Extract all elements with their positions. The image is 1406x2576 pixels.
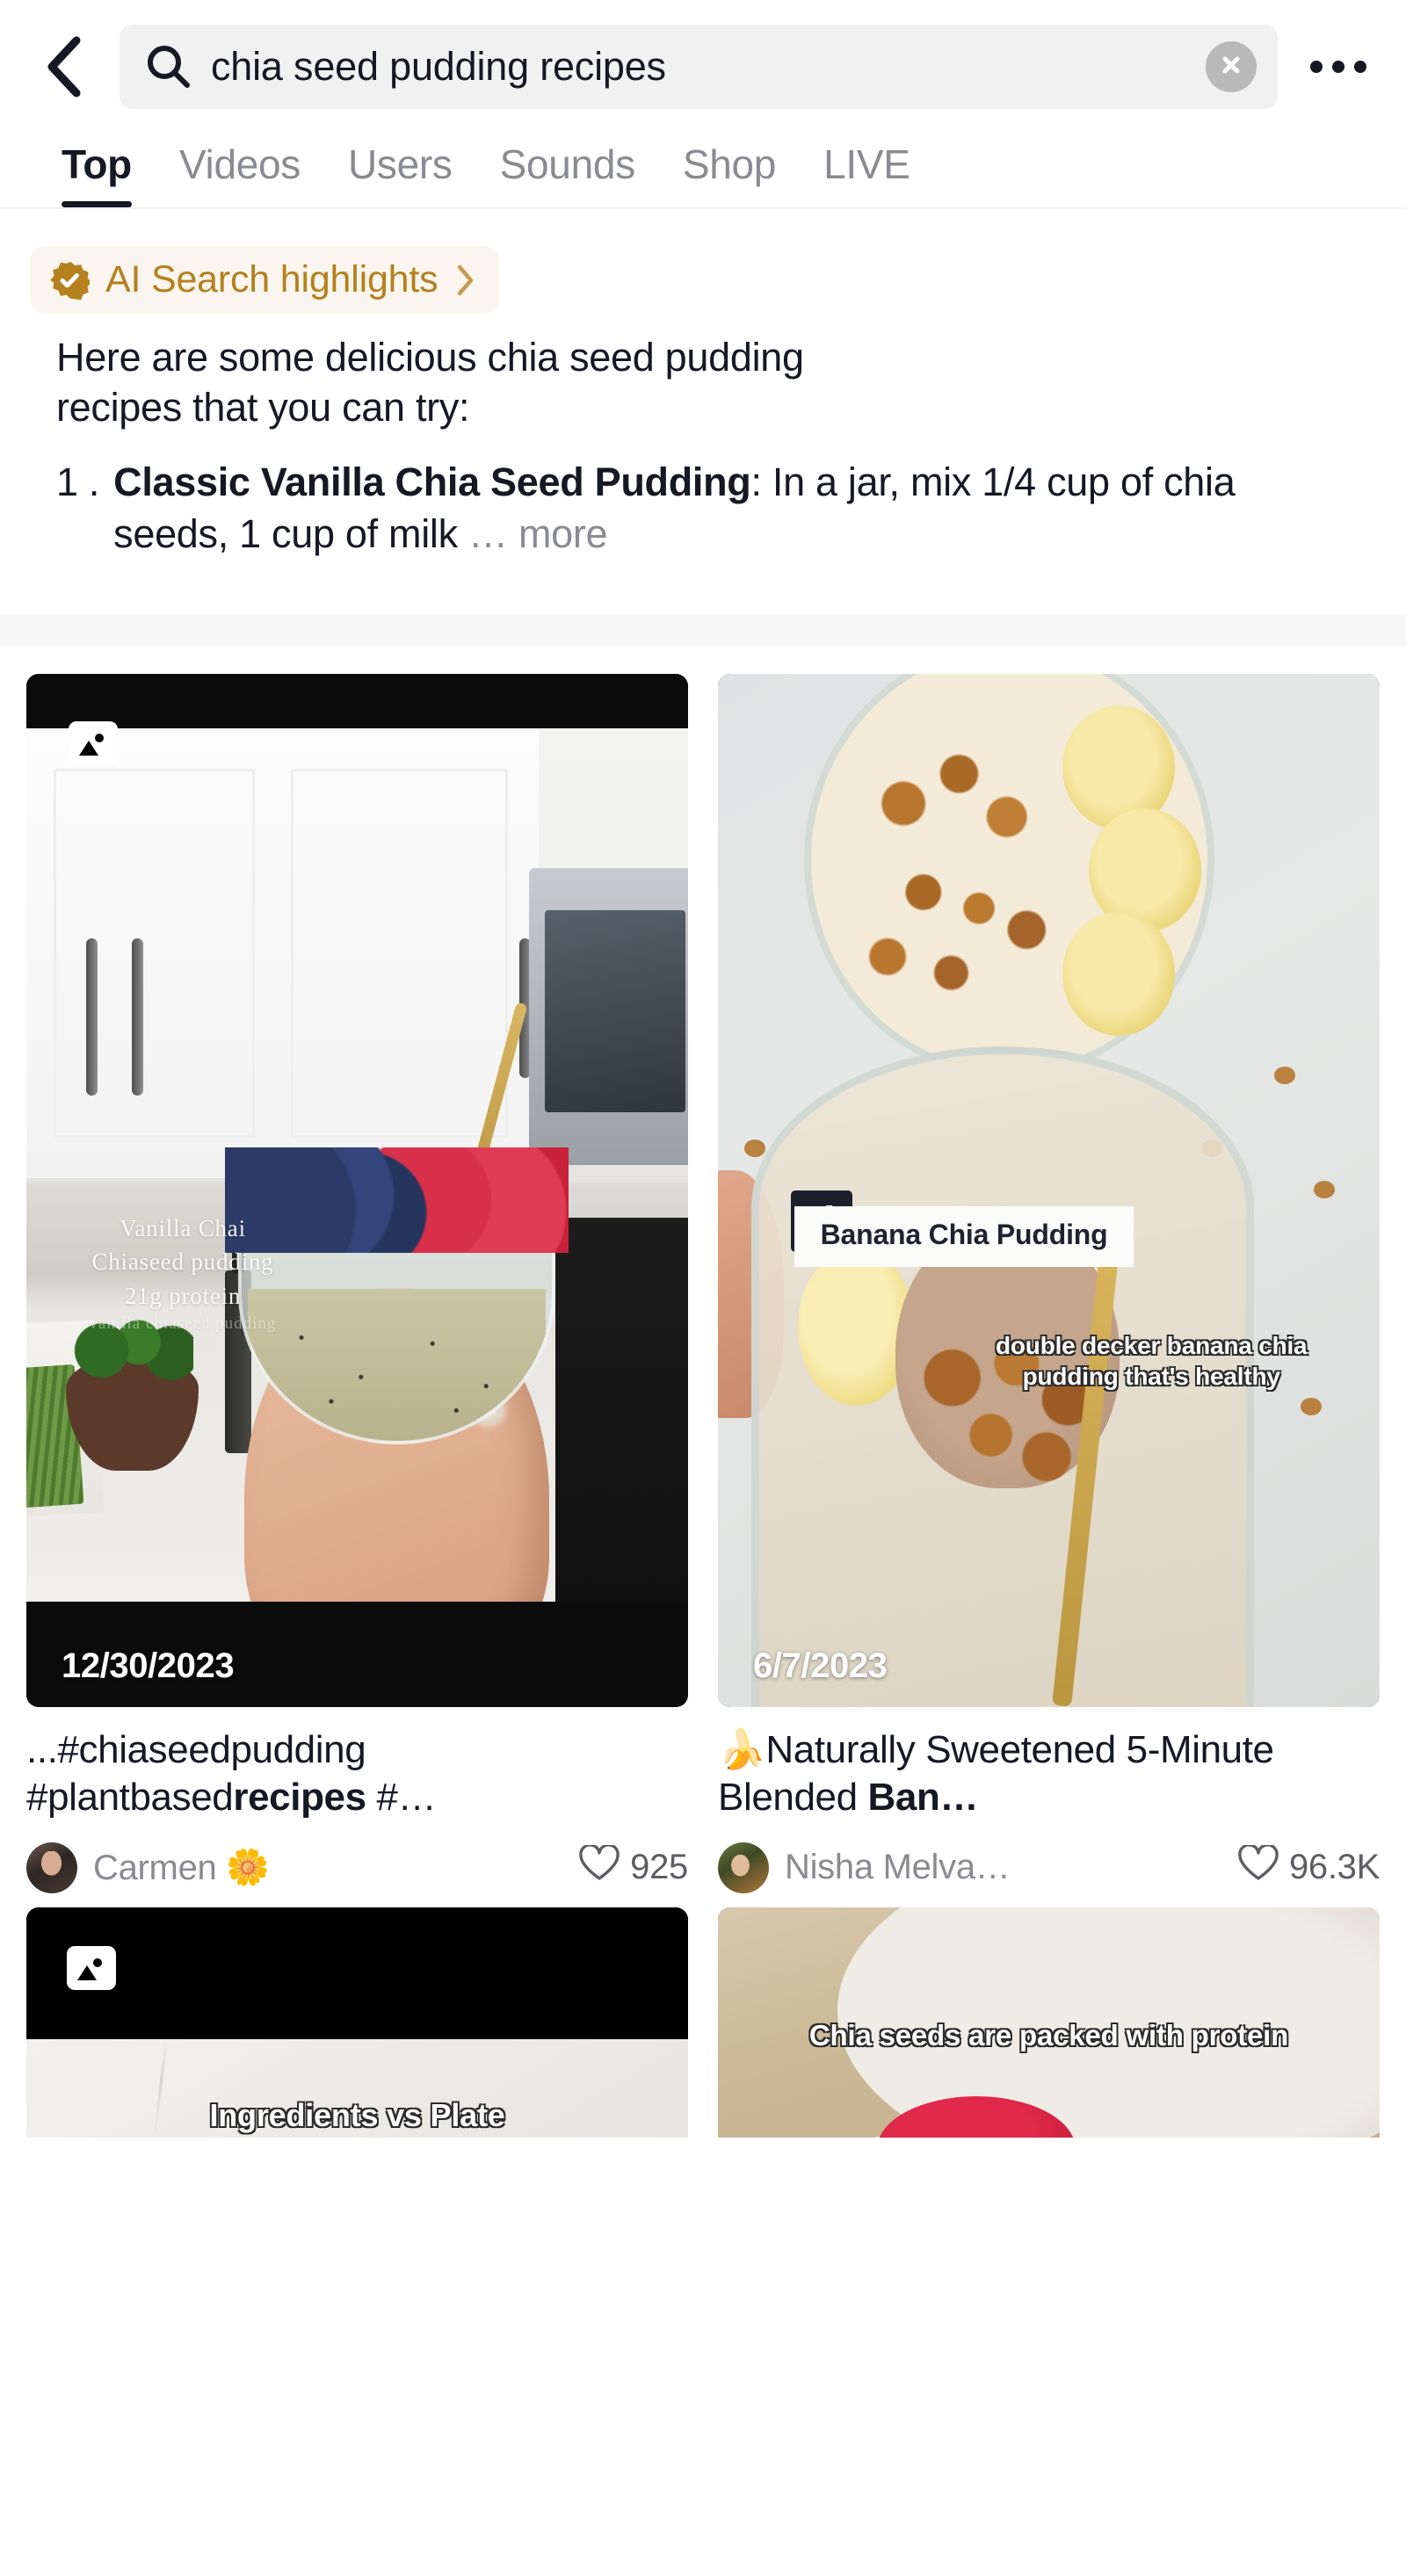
tab-sounds[interactable]: Sounds (476, 141, 659, 207)
caption-match: recipes (233, 1776, 366, 1820)
thumbnail-overlay-title: Chia seeds are packed with protein (808, 2019, 1289, 2052)
section-divider (0, 614, 1406, 647)
ai-intro-line-2: recipes that you can try: (56, 384, 470, 430)
clear-search-button[interactable] (1206, 41, 1257, 92)
tab-videos[interactable]: Videos (156, 141, 324, 207)
video-date: 12/30/2023 (62, 1646, 235, 1686)
ai-item-title: Classic Vanilla Chia Seed Pudding (113, 459, 751, 505)
photo-carousel-icon (69, 721, 118, 766)
ai-search-highlights-pill[interactable]: AI Search highlights (30, 246, 500, 314)
ai-intro-line-1: Here are some delicious chia seed puddin… (56, 335, 804, 380)
granola-crumb (1313, 1180, 1335, 1198)
more-horizontal-icon (1354, 61, 1366, 73)
video-caption: 🍌Naturally Sweetened 5-Minute Blended Ba… (718, 1726, 1380, 1820)
video-caption: ...#chiaseedpudding #plantbasedrecipes #… (26, 1726, 688, 1820)
ai-item-number: 1 . (56, 459, 100, 505)
ai-item-text: Classic Vanilla Chia Seed Pudding: In a … (113, 457, 1350, 560)
granola-crumb (1273, 1067, 1295, 1085)
search-input[interactable]: chia seed pudding recipes (120, 25, 1278, 109)
tab-users[interactable]: Users (324, 141, 476, 207)
close-icon (1218, 52, 1244, 83)
ai-highlights-label: AI Search highlights (105, 258, 438, 300)
ai-recipe-list-item: 1 . Classic Vanilla Chia Seed Pudding: I… (56, 457, 1350, 560)
video-thumbnail[interactable]: Ingredients vs Plate (26, 1907, 688, 2138)
video-date: 6/7/2023 (753, 1646, 888, 1686)
video-meta: Nisha Melva… 96.3K (718, 1842, 1380, 1893)
avatar[interactable] (26, 1842, 77, 1893)
overlay-line-4: vanilla chiaseed pudding (89, 1313, 277, 1333)
author-name[interactable]: Carmen 🌼 (93, 1847, 567, 1888)
photo-carousel-icon (67, 1945, 116, 1990)
chevron-left-icon (44, 36, 83, 98)
overlay-line-3: 21g protein (124, 1282, 242, 1309)
search-icon (146, 44, 192, 90)
avatar[interactable] (718, 1842, 769, 1893)
caption-suffix: #… (366, 1776, 437, 1820)
ai-highlights-body: Here are some delicious chia seed puddin… (30, 314, 1376, 560)
like-count-group: 925 (579, 1842, 688, 1891)
video-results-grid: Vanilla Chai Chiaseed pudding 21g protei… (0, 646, 1406, 2138)
tab-top[interactable]: Top (54, 141, 156, 207)
stove (555, 1218, 688, 1603)
ai-more-link[interactable]: more (518, 511, 608, 556)
tab-list: Top Videos Users Sounds Shop LIVE (0, 128, 1406, 207)
like-count: 96.3K (1288, 1848, 1380, 1887)
chevron-right-icon (455, 264, 476, 297)
search-header: chia seed pudding recipes (0, 0, 1406, 128)
berries-topping (224, 1147, 569, 1253)
back-button[interactable] (30, 33, 97, 100)
tab-shop[interactable]: Shop (659, 141, 800, 207)
cabinet-handle (85, 937, 98, 1096)
caption-match: Ban… (867, 1776, 979, 1820)
banana-slice (1062, 911, 1175, 1036)
banana-emoji: 🍌 (718, 1727, 766, 1773)
video-card[interactable]: Vanilla Chai Chiaseed pudding 21g protei… (26, 674, 688, 1893)
ai-search-highlights-section: AI Search highlights Here are some delic… (0, 209, 1406, 582)
tab-live[interactable]: LIVE (800, 141, 934, 207)
like-count-group: 96.3K (1238, 1842, 1380, 1891)
author-name[interactable]: Nisha Melva… (785, 1848, 1226, 1887)
video-card[interactable]: Ingredients vs Plate (26, 1907, 688, 2138)
thumbnail-overlay-title: Banana Chia Pudding (794, 1206, 1134, 1267)
cabinet-handle (132, 937, 144, 1096)
produce-bowl (66, 1305, 199, 1472)
overlay-line-2: Chiaseed pudding (91, 1248, 274, 1276)
caption-prefix: Naturally Sweetened 5-Minute Blended (718, 1728, 1274, 1820)
thumbnail-overlay-subtitle: double decker banana chia pudding that's… (995, 1332, 1308, 1391)
like-count: 925 (630, 1848, 688, 1887)
more-horizontal-icon (1332, 61, 1344, 73)
overlay-line-1: Vanilla Chai (120, 1214, 246, 1241)
heart-outline-icon (579, 1842, 620, 1891)
verified-badge-icon (49, 260, 90, 300)
ai-ellipsis: … (468, 510, 518, 556)
video-thumbnail[interactable]: Banana Chia Pudding double decker banana… (718, 674, 1380, 1708)
granola-topping (863, 735, 1062, 1005)
video-meta: Carmen 🌼 925 (26, 1842, 688, 1893)
heart-outline-icon (1238, 1842, 1279, 1891)
thumbnail-overlay-text: Vanilla Chai Chiaseed pudding 21g protei… (90, 1212, 277, 1336)
microwave (529, 868, 688, 1166)
thumbnail-overlay-title: Ingredients vs Plate (209, 2096, 505, 2133)
video-card[interactable]: Banana Chia Pudding double decker banana… (718, 674, 1380, 1893)
granola-crumb (1300, 1397, 1322, 1415)
overlay-title: Banana Chia Pudding (820, 1219, 1108, 1250)
thumbnail-scene (26, 728, 688, 1603)
kitchen-cabinets (26, 728, 540, 1183)
video-thumbnail[interactable]: Vanilla Chai Chiaseed pudding 21g protei… (26, 674, 688, 1708)
video-card[interactable]: Chia seeds are packed with protein (718, 1907, 1380, 2138)
more-options-button[interactable] (1301, 33, 1376, 100)
video-thumbnail[interactable]: Chia seeds are packed with protein (718, 1907, 1380, 2138)
more-horizontal-icon (1310, 61, 1323, 73)
granola-crumb (744, 1139, 766, 1157)
search-tabs: Top Videos Users Sounds Shop LIVE (0, 128, 1406, 209)
search-query-text: chia seed pudding recipes (211, 44, 666, 89)
